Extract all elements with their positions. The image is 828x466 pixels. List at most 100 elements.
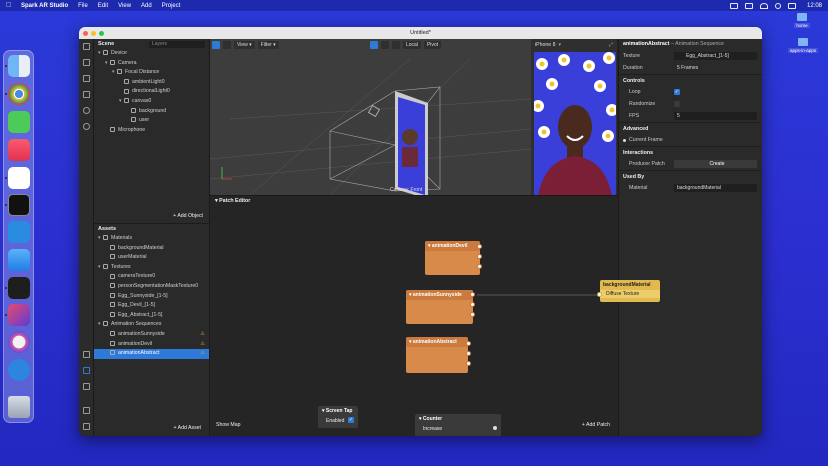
menu-edit[interactable]: Edit	[98, 3, 108, 9]
patch-node-background-material[interactable]: backgroundMaterial Diffuse Texture	[600, 280, 660, 302]
advanced-section[interactable]: Advanced	[619, 122, 762, 134]
music-icon[interactable]	[8, 139, 30, 161]
battery-icon[interactable]	[744, 2, 753, 9]
output-port[interactable]	[470, 302, 475, 307]
tree-item[interactable]: ambientLight0	[94, 78, 209, 88]
search-icon[interactable]	[83, 123, 90, 130]
refresh-icon[interactable]	[83, 107, 90, 114]
screen-icon[interactable]	[729, 2, 738, 9]
output-port[interactable]	[477, 244, 482, 249]
mail-icon[interactable]	[8, 249, 30, 271]
app-icon[interactable]	[8, 331, 30, 353]
desktop-folder-home[interactable]: home	[782, 13, 822, 28]
desktop-folder-apps[interactable]: apps-in-apps	[783, 38, 823, 53]
tree-item[interactable]: animationAbstract ⚠	[94, 349, 209, 359]
diffuse-texture-input[interactable]: Diffuse Texture	[600, 290, 660, 298]
tree-item[interactable]: user	[94, 116, 209, 126]
test-device-icon[interactable]	[83, 367, 90, 374]
menu-file[interactable]: File	[78, 3, 88, 9]
messages-icon[interactable]	[8, 111, 30, 133]
frame-icon[interactable]	[83, 91, 90, 98]
add-asset-button[interactable]: + Add Asset	[173, 425, 201, 431]
patch-node-counter[interactable]: ▾ Counter Increase	[415, 414, 501, 436]
enabled-checkbox[interactable]: ✓	[348, 417, 354, 423]
add-object-button[interactable]: + Add Object	[173, 213, 203, 219]
tree-item[interactable]: cameraTexture0	[94, 272, 209, 282]
output-port[interactable]	[470, 312, 475, 317]
tree-item[interactable]: directionalLight0	[94, 87, 209, 97]
interactions-section[interactable]: Interactions	[619, 146, 762, 158]
layers-tab[interactable]: Layers	[149, 40, 205, 48]
video-icon[interactable]	[83, 59, 90, 66]
used-by-section[interactable]: Used By	[619, 170, 762, 182]
search-icon[interactable]	[774, 2, 781, 9]
scene-viewport[interactable]: View ▾ Filter ▾ Local Pivot Camera: Fron…	[210, 39, 531, 195]
settings-icon[interactable]	[83, 407, 90, 414]
output-port[interactable]	[470, 292, 475, 297]
expand-icon[interactable]: ⤢	[609, 42, 613, 49]
tree-item[interactable]: ▾ Materials	[94, 234, 209, 244]
chevron-down-icon[interactable]: ▾	[558, 42, 561, 48]
tree-item[interactable]: animationSunnyside ⚠	[94, 330, 209, 340]
add-patch-button[interactable]: + Add Patch	[582, 422, 610, 428]
material-link[interactable]: backgroundMaterial	[674, 184, 757, 192]
tree-item[interactable]: ▾ Focal Distance	[94, 68, 209, 78]
upload-icon[interactable]	[83, 383, 90, 390]
menu-app-name[interactable]: Spark AR Studio	[21, 3, 68, 9]
menu-project[interactable]: Project	[162, 3, 181, 9]
scene-tool-icon[interactable]	[83, 43, 90, 50]
device-selector[interactable]: iPhone 8	[535, 42, 555, 48]
output-port[interactable]	[477, 264, 482, 269]
show-map-button[interactable]: Show Map	[216, 422, 241, 428]
slack-icon[interactable]	[8, 167, 30, 189]
input-port[interactable]	[597, 292, 602, 297]
current-frame-row[interactable]: Current Frame	[619, 134, 762, 146]
export-icon[interactable]	[83, 351, 90, 358]
tree-item[interactable]: ▾ canvas0	[94, 97, 209, 107]
tree-item[interactable]: background	[94, 107, 209, 117]
loop-checkbox[interactable]: ✓	[674, 89, 680, 95]
terminal-icon[interactable]	[8, 194, 30, 216]
menu-add[interactable]: Add	[141, 3, 152, 9]
vscode-icon[interactable]	[8, 221, 30, 243]
output-port[interactable]	[466, 351, 471, 356]
figma-icon[interactable]	[8, 277, 30, 299]
tree-item[interactable]: personSegmentationMaskTexture0	[94, 282, 209, 292]
chrome-icon[interactable]	[8, 83, 30, 105]
tree-item[interactable]: backgroundMaterial	[94, 244, 209, 254]
patch-node-screen-tap[interactable]: ▾ Screen Tap Enabled ✓	[318, 406, 358, 428]
patch-node-animation-sunnyside[interactable]: ▾ animationSunnyside	[406, 290, 473, 324]
controls-section[interactable]: Controls	[619, 74, 762, 86]
tree-item[interactable]: animationDevil ⚠	[94, 340, 209, 350]
texture-select[interactable]: Egg_Abstract_[1-5]	[674, 52, 757, 60]
randomize-checkbox[interactable]	[674, 101, 680, 107]
tree-item[interactable]: Egg_Devil_[1-5]	[94, 301, 209, 311]
tree-item[interactable]: ▾ Camera	[94, 59, 209, 69]
output-port[interactable]	[466, 361, 471, 366]
tree-item[interactable]: Egg_Abstract_[1-5]	[94, 311, 209, 321]
tree-item[interactable]: Microphone	[94, 126, 209, 136]
output-port[interactable]	[477, 254, 482, 259]
patch-editor[interactable]: ▾ Patch Editor ▾ animationDevil ▾ animat…	[210, 195, 660, 436]
output-port[interactable]	[466, 341, 471, 346]
wifi-icon[interactable]	[759, 2, 768, 9]
simulator-preview[interactable]	[534, 52, 616, 197]
tree-item[interactable]: userMaterial	[94, 253, 209, 263]
finder-icon[interactable]	[8, 55, 30, 77]
patch-node-animation-devil[interactable]: ▾ animationDevil	[425, 241, 480, 275]
control-center-icon[interactable]	[787, 2, 796, 9]
tree-item[interactable]: ▾ Animation Sequences	[94, 320, 209, 330]
create-patch-button[interactable]: Create	[674, 160, 757, 168]
tree-item[interactable]: Egg_Sunnyside_[1-5]	[94, 292, 209, 302]
trash-icon[interactable]	[8, 396, 30, 418]
tree-item[interactable]: ▾ Device	[94, 49, 209, 59]
increase-input[interactable]: Increase	[415, 424, 501, 434]
library-icon[interactable]	[83, 75, 90, 82]
menubar-clock[interactable]: 12:08	[807, 3, 822, 9]
apple-icon[interactable]: 	[6, 2, 13, 10]
tweetbot-icon[interactable]	[8, 359, 30, 381]
help-icon[interactable]	[83, 423, 90, 430]
menu-view[interactable]: View	[118, 3, 131, 9]
fps-input[interactable]: 5	[674, 112, 757, 120]
tree-item[interactable]: ▾ Textures	[94, 263, 209, 273]
